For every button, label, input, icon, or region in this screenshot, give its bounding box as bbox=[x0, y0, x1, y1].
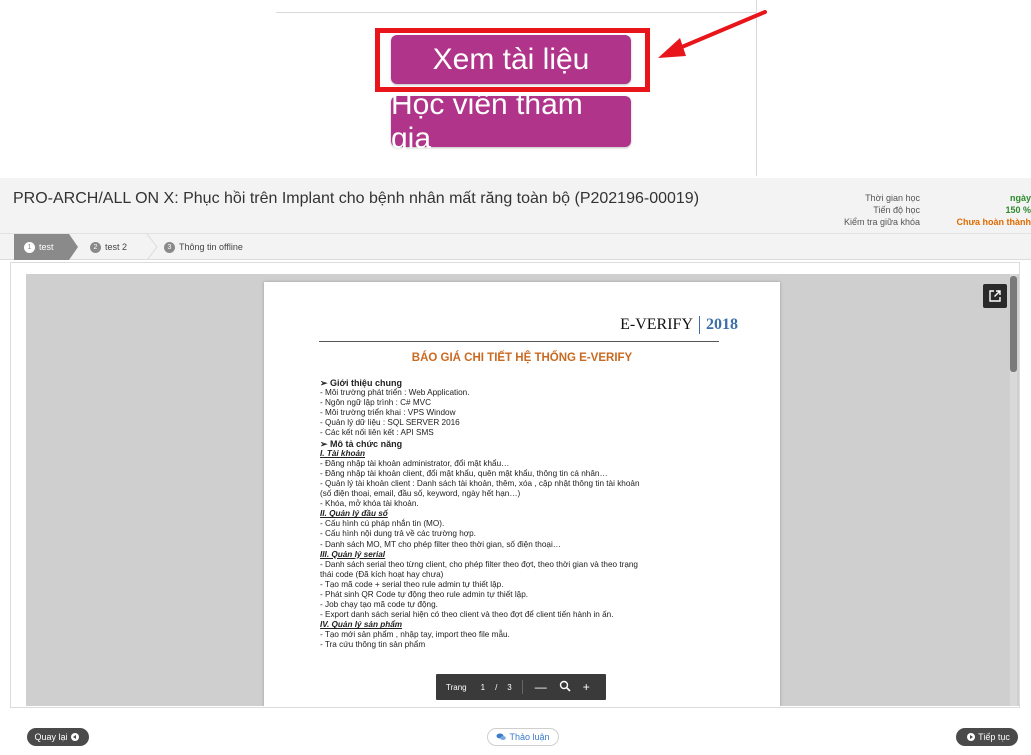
page-total: 3 bbox=[507, 682, 512, 692]
body-line: - Cấu hình nội dung trả về các trường hợ… bbox=[320, 529, 476, 539]
document-brand: E-VERIFY 2018 bbox=[620, 316, 738, 334]
page-toolbar: Trang 1 / 3 — + bbox=[436, 674, 606, 700]
body-line: - Tra cứu thông tin sản phẩm bbox=[320, 640, 426, 650]
page-label: Trang bbox=[446, 682, 467, 692]
zoom-out-icon[interactable]: — bbox=[535, 680, 547, 694]
step-number: 2 bbox=[90, 241, 101, 253]
document-title: BÁO GIÁ CHI TIẾT HỆ THỐNG E-VERIFY bbox=[411, 352, 633, 364]
body-line: - Cấu hình cú pháp nhắn tin (MO). bbox=[320, 519, 445, 529]
arrow-right-circle-icon bbox=[967, 733, 976, 741]
body-line: thái code (Đã kích hoạt hay chưa) bbox=[320, 569, 444, 579]
progress-label: Tiến độ học bbox=[873, 205, 920, 215]
chat-icon bbox=[496, 733, 507, 740]
tab-label: test bbox=[39, 242, 54, 252]
body-line: - Export danh sách serial hiện có theo c… bbox=[320, 610, 614, 620]
scrollbar-thumb[interactable] bbox=[1010, 276, 1017, 372]
course-header: PRO-ARCH/ALL ON X: Phục hồi trên Implant… bbox=[0, 178, 1031, 234]
arrow-left-circle-icon bbox=[70, 733, 79, 741]
document-body: ➢ Giới thiệu chung - Môi trường phát triể… bbox=[320, 378, 760, 651]
tab-label: test 2 bbox=[105, 242, 128, 252]
body-line: - Ngôn ngữ lập trình : C# MVC bbox=[320, 398, 432, 408]
body-line: - Tạo mới sản phẩm , nhập tay, import th… bbox=[320, 630, 510, 640]
screenshot-root: Xem tài liệu Học viên tham gia PRO-ARCH/… bbox=[0, 0, 1031, 755]
body-line: - Danh sách MO, MT cho phép filter theo … bbox=[320, 539, 561, 549]
meta-labels: Thời gian học Tiến độ học Kiểm tra giữa … bbox=[830, 192, 920, 228]
pointer-arrow-icon bbox=[658, 10, 767, 58]
zoom-in-icon[interactable]: + bbox=[583, 680, 590, 694]
body-line: - Đăng nhập tài khoản client, đổi mật kh… bbox=[320, 468, 608, 478]
body-line: - Môi trường triển khai : VPS Window bbox=[320, 408, 456, 418]
body-line: - Khóa, mở khóa tài khoản. bbox=[320, 499, 419, 509]
subsection-heading: II. Quản lý đầu số bbox=[320, 509, 388, 519]
study-time-label: Thời gian học bbox=[865, 193, 920, 203]
discussion-button[interactable]: Thảo luận bbox=[487, 728, 559, 746]
document-page: E-VERIFY 2018 BÁO GIÁ CHI TIẾT HỆ THỐNG … bbox=[264, 282, 780, 706]
participants-button[interactable]: Học viên tham gia bbox=[391, 88, 631, 155]
body-line: - Tạo mã code + serial theo rule admin t… bbox=[320, 579, 504, 589]
page-separator: / bbox=[495, 682, 498, 692]
brand-year: 2018 bbox=[699, 316, 738, 334]
body-line: - Quản lý tài khoản client : Danh sách t… bbox=[320, 478, 640, 488]
section-heading: ➢ Giới thiệu chung bbox=[320, 378, 402, 388]
header-rule bbox=[319, 341, 719, 342]
toolbar-divider bbox=[521, 680, 523, 694]
midterm-status: Chưa hoàn thành bbox=[956, 217, 1031, 227]
tab-test[interactable]: 1 test bbox=[14, 234, 78, 260]
page-current[interactable]: 1 bbox=[481, 683, 485, 692]
open-external-icon[interactable] bbox=[983, 284, 1007, 308]
body-line: - Phát sinh QR Code tự động theo rule ad… bbox=[320, 589, 529, 599]
meta-values: ngày 150 % Chưa hoàn thành bbox=[930, 192, 1031, 228]
tab-test-2[interactable]: 2 test 2 bbox=[88, 234, 158, 260]
back-button[interactable]: Quay lại bbox=[27, 728, 89, 746]
tab-label: Thông tin offline bbox=[179, 242, 243, 252]
step-number: 1 bbox=[24, 241, 35, 253]
course-title: PRO-ARCH/ALL ON X: Phục hồi trên Implant… bbox=[13, 190, 700, 207]
viewer-scrollbar[interactable] bbox=[1010, 274, 1017, 706]
tab-offline-info[interactable]: 3 Thông tin offline bbox=[162, 234, 272, 260]
step-number: 3 bbox=[164, 241, 175, 253]
highlight-box bbox=[375, 28, 650, 92]
next-button[interactable]: Tiếp tục bbox=[956, 728, 1018, 746]
zoom-icon[interactable] bbox=[559, 680, 571, 695]
back-label: Quay lại bbox=[34, 732, 68, 742]
subsection-heading: III. Quản lý serial bbox=[320, 549, 386, 559]
body-line: - Danh sách serial theo từng client, cho… bbox=[320, 559, 638, 569]
body-line: - Các kết nối liên kết : API SMS bbox=[320, 428, 434, 438]
study-time-value: ngày bbox=[1009, 193, 1031, 203]
lesson-tabs: 1 test 2 test 2 3 Thông tin offline bbox=[0, 234, 1031, 260]
body-line: (số điện thoại, email, đầu số, keyword, … bbox=[320, 489, 521, 499]
discussion-label: Thảo luận bbox=[509, 732, 550, 742]
document-viewer[interactable]: E-VERIFY 2018 BÁO GIÁ CHI TIẾT HỆ THỐNG … bbox=[26, 274, 1019, 706]
brand-name: E-VERIFY bbox=[620, 316, 693, 333]
body-line: - Quản lý dữ liệu : SQL SERVER 2016 bbox=[320, 418, 460, 428]
next-label: Tiếp tục bbox=[978, 732, 1010, 742]
midterm-label: Kiểm tra giữa khóa bbox=[843, 217, 920, 227]
subsection-heading: I. Tài khoản bbox=[320, 448, 366, 458]
section-heading: ➢ Mô tả chức năng bbox=[320, 438, 403, 449]
body-line: - Môi trường phát triển : Web Applicatio… bbox=[320, 388, 470, 398]
body-line: - Đăng nhập tài khoản administrator, đổi… bbox=[320, 458, 510, 468]
subsection-heading: IV. Quản lý sản phẩm bbox=[320, 620, 403, 630]
progress-value: 150 % bbox=[1005, 205, 1031, 215]
body-line: - Job chạy tạo mã code tự động. bbox=[320, 600, 438, 610]
